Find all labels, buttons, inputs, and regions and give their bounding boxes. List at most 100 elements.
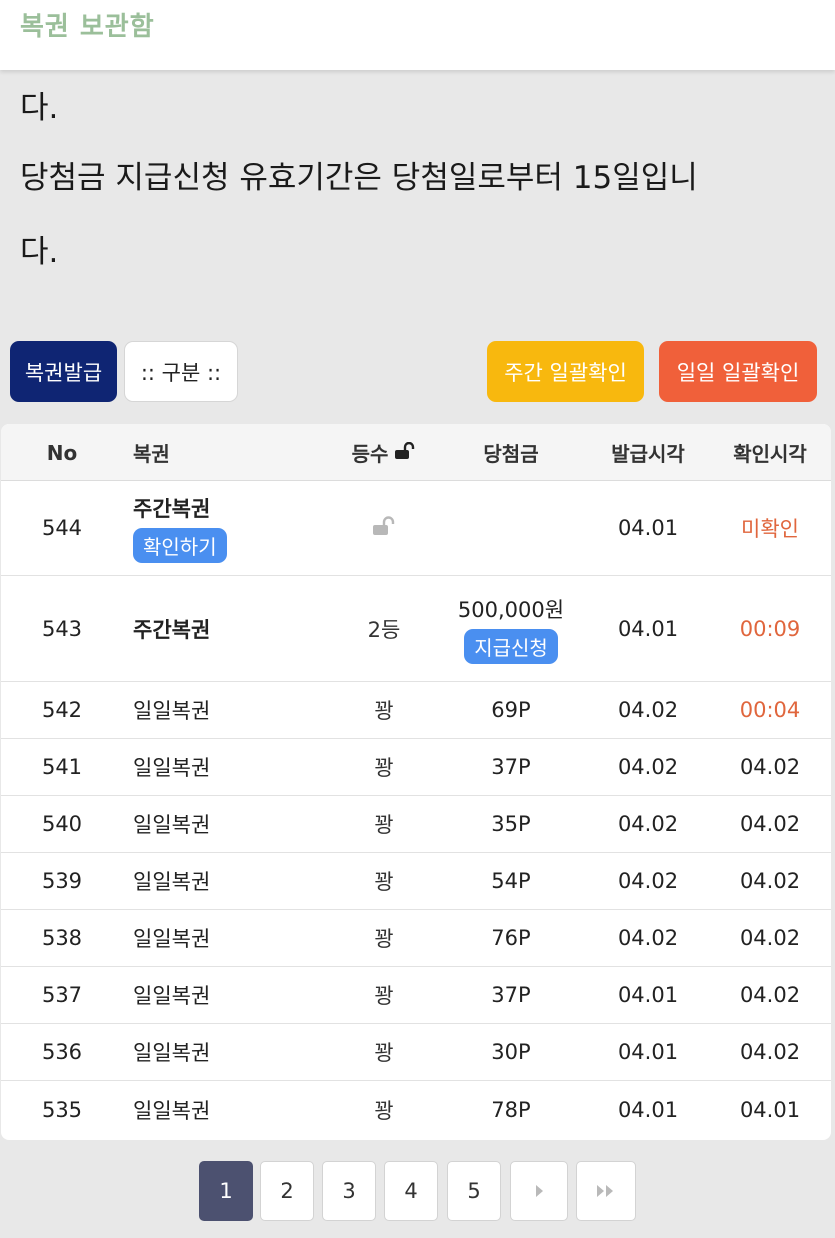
- row-prize: 35P: [491, 812, 531, 836]
- row-checked: 04.02: [739, 1040, 801, 1064]
- table-body: 544 주간복권 확인하기 04.01 미확인 543 주간복권 2등 500,…: [1, 481, 831, 1138]
- app-header: 복권 보관함: [0, 0, 835, 70]
- row-issued: 04.02: [617, 869, 679, 893]
- row-issued: 04.01: [617, 1040, 679, 1064]
- last-icon: [596, 1179, 616, 1203]
- table-header: No 복권 등수 당첨금 발급시각 확인시각: [1, 424, 831, 481]
- row-no: 536: [41, 1040, 83, 1064]
- row-no: 535: [41, 1097, 83, 1122]
- issue-lottery-button[interactable]: 복권발급: [10, 341, 117, 402]
- row-prize: 30P: [491, 1040, 531, 1064]
- unlock-icon[interactable]: [394, 441, 416, 465]
- lottery-table: No 복권 등수 당첨금 발급시각 확인시각 544 주간복권 확인하기 04.…: [1, 424, 831, 1140]
- row-checked: 04.01: [739, 1097, 801, 1122]
- page-button-4[interactable]: 4: [384, 1161, 438, 1221]
- table-row: 538 일일복권 꽝 76P 04.02 04.02: [1, 910, 831, 967]
- row-checked: 미확인: [741, 517, 799, 541]
- row-no: 540: [41, 812, 83, 836]
- row-issued: 04.02: [617, 698, 679, 722]
- row-prize: [435, 481, 587, 575]
- row-name: 일일복권: [133, 756, 211, 780]
- row-rank: 꽝: [374, 870, 394, 894]
- row-prize: 54P: [491, 869, 531, 893]
- row-checked: 04.02: [739, 812, 801, 836]
- pagination: 1 2 3 4 5: [0, 1161, 835, 1223]
- weekly-confirm-all-button[interactable]: 주간 일괄확인: [487, 341, 644, 402]
- table-row: 542 일일복권 꽝 69P 04.02 00:04: [1, 682, 831, 739]
- table-row: 537 일일복권 꽝 37P 04.01 04.02: [1, 967, 831, 1024]
- row-name-cell: 주간복권: [133, 576, 333, 681]
- row-issued: 04.02: [617, 812, 679, 836]
- row-no: 542: [41, 698, 83, 722]
- row-name: 일일복권: [133, 870, 211, 894]
- row-checked: 04.02: [739, 869, 801, 893]
- column-header-rank[interactable]: 등수: [333, 424, 435, 481]
- row-rank: 2등: [367, 617, 401, 642]
- page-button-3[interactable]: 3: [322, 1161, 376, 1221]
- notice-line: 당첨금 지급신청 유효기간은 당첨일로부터 15일입니: [20, 160, 698, 196]
- column-header-issued: 발급시각: [611, 442, 685, 466]
- row-issued: 04.01: [617, 616, 679, 641]
- row-no: 538: [41, 926, 83, 950]
- column-header-no: No: [46, 440, 78, 465]
- row-checked: 04.02: [739, 755, 801, 779]
- row-name: 일일복권: [133, 1041, 211, 1065]
- row-rank: 꽝: [374, 699, 394, 723]
- row-checked: 04.02: [739, 983, 801, 1007]
- row-prize: 500,000원: [457, 597, 565, 622]
- row-no: 537: [41, 983, 83, 1007]
- next-icon: [534, 1179, 544, 1203]
- payout-request-button[interactable]: 지급신청: [464, 628, 558, 664]
- row-no: 539: [41, 869, 83, 893]
- row-issued: 04.02: [617, 926, 679, 950]
- column-header-prize: 당첨금: [483, 442, 539, 466]
- table-row: 540 일일복권 꽝 35P 04.02 04.02: [1, 796, 831, 853]
- row-name: 일일복권: [133, 699, 211, 723]
- row-rank: [333, 481, 435, 575]
- row-prize: 78P: [491, 1097, 531, 1122]
- page-button-2[interactable]: 2: [260, 1161, 314, 1221]
- row-rank: 꽝: [374, 1041, 394, 1065]
- row-no: 541: [41, 755, 83, 779]
- page-button-5[interactable]: 5: [447, 1161, 501, 1221]
- row-rank: 꽝: [374, 813, 394, 837]
- table-row: 535 일일복권 꽝 78P 04.01 04.01: [1, 1081, 831, 1138]
- category-filter-select[interactable]: :: 구분 ::: [124, 341, 238, 402]
- row-rank: 꽝: [374, 984, 394, 1008]
- table-row: 536 일일복권 꽝 30P 04.01 04.02: [1, 1024, 831, 1081]
- row-prize: 37P: [491, 755, 531, 779]
- row-rank: 꽝: [374, 927, 394, 951]
- page-button-1[interactable]: 1: [199, 1161, 253, 1221]
- table-row: 544 주간복권 확인하기 04.01 미확인: [1, 481, 831, 576]
- row-name: 일일복권: [133, 1098, 211, 1123]
- table-row: 539 일일복권 꽝 54P 04.02 04.02: [1, 853, 831, 910]
- notice-line: 다.: [20, 90, 59, 126]
- column-header-rank-label: 등수: [351, 442, 389, 466]
- daily-confirm-all-button[interactable]: 일일 일괄확인: [659, 341, 817, 402]
- row-rank: 꽝: [374, 1098, 394, 1123]
- row-checked: 04.02: [739, 926, 801, 950]
- row-name: 주간복권: [133, 617, 211, 642]
- row-name: 일일복권: [133, 984, 211, 1008]
- page-title: 복권 보관함: [20, 12, 155, 42]
- table-row: 543 주간복권 2등 500,000원 지급신청 04.01 00:09: [1, 576, 831, 682]
- row-name: 일일복권: [133, 813, 211, 837]
- table-row: 541 일일복권 꽝 37P 04.02 04.02: [1, 739, 831, 796]
- row-prize: 37P: [491, 983, 531, 1007]
- notice-line: 다.: [20, 234, 59, 270]
- row-prize: 76P: [491, 926, 531, 950]
- row-prize-cell: 500,000원 지급신청: [435, 576, 587, 681]
- row-prize: 69P: [491, 698, 531, 722]
- row-checked: 00:04: [739, 698, 801, 722]
- row-issued: 04.01: [617, 1097, 679, 1122]
- column-header-name: 복권: [133, 442, 170, 466]
- confirm-button[interactable]: 확인하기: [133, 528, 227, 563]
- row-issued: 04.01: [617, 516, 679, 540]
- row-rank: 꽝: [374, 756, 394, 780]
- unlock-icon: [372, 515, 396, 541]
- row-name: 일일복권: [133, 927, 211, 951]
- next-page-button[interactable]: [510, 1161, 568, 1221]
- row-no: 544: [41, 516, 83, 540]
- column-header-checked: 확인시각: [733, 442, 807, 466]
- last-page-button[interactable]: [576, 1161, 636, 1221]
